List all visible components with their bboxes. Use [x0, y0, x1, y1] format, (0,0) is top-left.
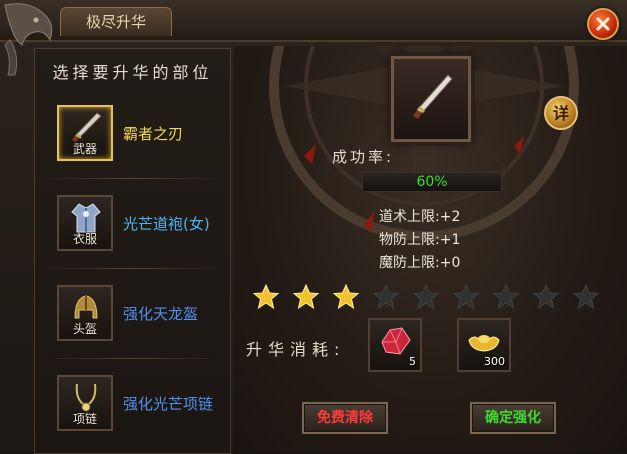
stat-physical-def-cap: 物防上限:+1 — [379, 232, 461, 248]
selected-item-frame — [391, 56, 471, 142]
slot-row-necklace[interactable]: 项链 强化光芒项链 — [35, 363, 230, 449]
success-rate-bar: 60% — [362, 172, 502, 192]
weapon-slot[interactable]: 武器 — [57, 105, 113, 161]
title-bar: 极尽升华 — [0, 0, 627, 76]
star-empty-icon — [492, 283, 520, 310]
cost-label: 升华消耗: — [246, 340, 346, 359]
star-empty-icon — [412, 283, 440, 310]
star-rating — [252, 283, 622, 313]
confirm-upgrade-button[interactable]: 确定强化 — [470, 402, 556, 434]
slot-row-helmet[interactable]: 头盔 强化天龙盔 — [35, 273, 230, 359]
slot-row-weapon[interactable]: 武器 霸者之刃 — [35, 93, 230, 179]
divider — [43, 358, 222, 359]
star-empty-icon — [372, 283, 400, 310]
star-empty-icon — [572, 283, 600, 310]
star-empty-icon — [532, 283, 560, 310]
success-rate-label: 成功率: — [332, 148, 395, 166]
red-crystal-icon — [381, 327, 411, 355]
close-button[interactable] — [587, 8, 619, 40]
details-button[interactable]: 详 — [544, 96, 578, 130]
star-filled-icon — [252, 283, 280, 310]
upgrade-window: 极尽升华 选择要升华的部位 武器 霸者之刃 衣服 光芒道袍(女) 头盔 强化天龙… — [0, 0, 627, 454]
slot-label: 衣服 — [72, 232, 97, 246]
cost-slot-gold[interactable]: 300 — [457, 318, 511, 372]
divider — [43, 178, 222, 179]
cost-slot-crystal[interactable]: 5 — [368, 318, 422, 372]
item-name-armor: 光芒道袍(女) — [123, 215, 210, 233]
star-filled-icon — [292, 283, 320, 310]
cost-count: 5 — [409, 355, 416, 368]
upgrade-panel: 详 成功率: 60% 道术上限:+2 物防上限:+1 魔防上限:+0 升华消耗:… — [234, 46, 627, 452]
slot-selection-header: 选择要升华的部位 — [52, 63, 213, 82]
close-icon — [596, 17, 610, 31]
success-rate-value: 60% — [416, 174, 448, 190]
armor-slot[interactable]: 衣服 — [57, 195, 113, 251]
gold-ingot-icon — [468, 335, 500, 352]
stat-taoism-cap: 道术上限:+2 — [379, 209, 461, 225]
divider — [43, 268, 222, 269]
sword-icon — [413, 74, 453, 119]
cost-count: 300 — [484, 355, 505, 368]
slot-label: 头盔 — [72, 322, 97, 336]
necklace-slot[interactable]: 项链 — [57, 375, 113, 431]
star-filled-icon — [332, 283, 360, 310]
slot-label: 武器 — [72, 142, 97, 156]
stat-magic-def-cap: 魔防上限:+0 — [379, 255, 461, 271]
free-clear-button[interactable]: 免费清除 — [302, 402, 388, 434]
slot-selection-panel: 选择要升华的部位 武器 霸者之刃 衣服 光芒道袍(女) 头盔 强化天龙盔 项链 … — [34, 48, 231, 454]
helmet-slot[interactable]: 头盔 — [57, 285, 113, 341]
star-empty-icon — [452, 283, 480, 310]
window-title: 极尽升华 — [60, 7, 172, 36]
slot-label: 项链 — [72, 412, 97, 426]
item-name-weapon: 霸者之刃 — [123, 125, 184, 143]
item-name-necklace: 强化光芒项链 — [123, 395, 214, 413]
slot-row-armor[interactable]: 衣服 光芒道袍(女) — [35, 183, 230, 269]
item-name-helmet: 强化天龙盔 — [123, 305, 199, 323]
